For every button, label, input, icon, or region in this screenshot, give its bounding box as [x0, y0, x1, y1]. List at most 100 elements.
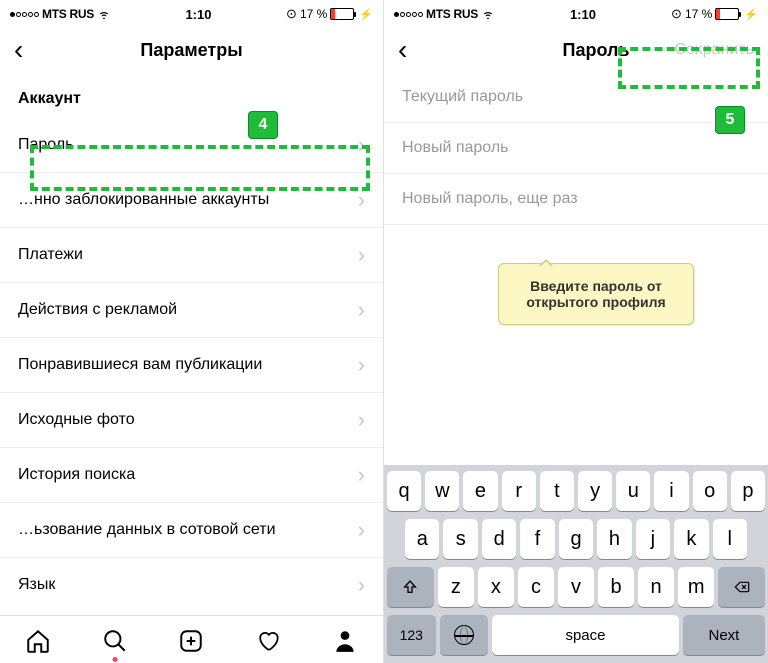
chevron-right-icon: ›	[358, 132, 365, 158]
tab-bar	[0, 615, 383, 663]
chevron-right-icon: ›	[358, 297, 365, 323]
back-icon[interactable]: ‹	[14, 36, 23, 64]
key-d[interactable]: d	[482, 519, 516, 559]
chevron-right-icon: ›	[358, 407, 365, 433]
numbers-key[interactable]: 123	[387, 615, 436, 655]
key-s[interactable]: s	[443, 519, 477, 559]
status-time: 1:10	[185, 7, 211, 22]
row-label: Платежи	[18, 246, 83, 264]
key-l[interactable]: l	[713, 519, 747, 559]
key-z[interactable]: z	[438, 567, 474, 607]
key-c[interactable]: c	[518, 567, 554, 607]
key-v[interactable]: v	[558, 567, 594, 607]
status-time: 1:10	[570, 7, 596, 22]
home-tab-icon[interactable]	[25, 628, 51, 654]
row-label: История поиска	[18, 466, 135, 484]
key-n[interactable]: n	[638, 567, 674, 607]
callout-tooltip: Введите пароль от открытого профиля	[498, 263, 694, 325]
alarm-icon: ⊙	[286, 6, 297, 22]
settings-row-original-photos[interactable]: Исходные фото ›	[0, 393, 383, 448]
add-tab-icon[interactable]	[178, 628, 204, 654]
signal-dots-icon	[10, 12, 39, 17]
settings-row-liked[interactable]: Понравившиеся вам публикации ›	[0, 338, 383, 393]
navbar: ‹ Пароль Сохранить	[384, 28, 768, 72]
settings-row-password[interactable]: Пароль ›	[0, 118, 383, 173]
key-y[interactable]: y	[578, 471, 612, 511]
key-x[interactable]: x	[478, 567, 514, 607]
activity-tab-icon[interactable]	[255, 628, 281, 654]
key-k[interactable]: k	[674, 519, 708, 559]
chevron-right-icon: ›	[358, 462, 365, 488]
row-label: Пароль	[18, 136, 74, 154]
new-password-input[interactable]	[402, 139, 750, 157]
key-j[interactable]: j	[636, 519, 670, 559]
settings-row-language[interactable]: Язык ›	[0, 558, 383, 612]
key-g[interactable]: g	[559, 519, 593, 559]
page-title: Параметры	[14, 40, 369, 61]
settings-row-search-history[interactable]: История поиска ›	[0, 448, 383, 503]
key-w[interactable]: w	[425, 471, 459, 511]
globe-icon	[454, 625, 474, 645]
battery-icon	[715, 8, 741, 20]
row-label: …ьзование данных в сотовой сети	[18, 521, 276, 539]
status-bar: MTS RUS 1:10 ⊙ 17 % ⚡	[0, 0, 383, 28]
row-label: Исходные фото	[18, 411, 135, 429]
carrier-label: MTS RUS	[42, 7, 94, 21]
notification-dot-icon	[112, 657, 117, 662]
globe-key[interactable]	[440, 615, 489, 655]
settings-row-payments[interactable]: Платежи ›	[0, 228, 383, 283]
battery-percent: 17 %	[685, 7, 712, 21]
wifi-icon	[481, 7, 495, 21]
repeat-password-field[interactable]	[384, 174, 768, 225]
signal-dots-icon	[394, 12, 423, 17]
back-icon[interactable]: ‹	[398, 36, 407, 64]
key-u[interactable]: u	[616, 471, 650, 511]
step-badge-4: 4	[248, 111, 278, 139]
chevron-right-icon: ›	[358, 517, 365, 543]
key-r[interactable]: r	[502, 471, 536, 511]
key-o[interactable]: o	[693, 471, 727, 511]
key-f[interactable]: f	[520, 519, 554, 559]
shift-key[interactable]	[387, 567, 434, 607]
new-password-field[interactable]	[384, 123, 768, 174]
key-m[interactable]: m	[678, 567, 714, 607]
key-p[interactable]: p	[731, 471, 765, 511]
search-tab-icon[interactable]	[102, 628, 128, 654]
key-q[interactable]: q	[387, 471, 421, 511]
status-bar: MTS RUS 1:10 ⊙ 17 % ⚡	[384, 0, 768, 28]
settings-row-blocked[interactable]: …нно заблокированные аккаунты ›	[0, 173, 383, 228]
save-button[interactable]: Сохранить	[668, 37, 760, 63]
key-i[interactable]: i	[654, 471, 688, 511]
alarm-icon: ⊙	[671, 6, 682, 22]
row-label: Понравившиеся вам публикации	[18, 356, 262, 374]
key-a[interactable]: a	[405, 519, 439, 559]
current-password-field[interactable]	[384, 72, 768, 123]
keyboard: q w e r t y u i o p a s d f g h j k l z	[384, 465, 768, 663]
carrier-label: MTS RUS	[426, 7, 478, 21]
current-password-input[interactable]	[402, 88, 750, 106]
settings-content: Аккаунт Пароль › …нно заблокированные ак…	[0, 72, 383, 615]
key-t[interactable]: t	[540, 471, 574, 511]
key-b[interactable]: b	[598, 567, 634, 607]
navbar: ‹ Параметры	[0, 28, 383, 72]
charging-icon: ⚡	[744, 8, 758, 21]
chevron-right-icon: ›	[358, 572, 365, 598]
right-screen: MTS RUS 1:10 ⊙ 17 % ⚡ ‹ Пароль Сохранить	[384, 0, 768, 663]
chevron-right-icon: ›	[358, 187, 365, 213]
section-header: Аккаунт	[0, 72, 383, 118]
row-label: Действия с рекламой	[18, 301, 177, 319]
space-key[interactable]: space	[492, 615, 679, 655]
key-e[interactable]: e	[463, 471, 497, 511]
backspace-key[interactable]	[718, 567, 765, 607]
profile-tab-icon[interactable]	[332, 628, 358, 654]
repeat-password-input[interactable]	[402, 190, 750, 208]
settings-row-ads[interactable]: Действия с рекламой ›	[0, 283, 383, 338]
chevron-right-icon: ›	[358, 352, 365, 378]
settings-row-data-usage[interactable]: …ьзование данных в сотовой сети ›	[0, 503, 383, 558]
battery-icon	[330, 8, 356, 20]
wifi-icon	[97, 7, 111, 21]
key-h[interactable]: h	[597, 519, 631, 559]
left-screen: MTS RUS 1:10 ⊙ 17 % ⚡ ‹ Параметры Аккаун…	[0, 0, 384, 663]
next-key[interactable]: Next	[683, 615, 765, 655]
charging-icon: ⚡	[359, 8, 373, 21]
